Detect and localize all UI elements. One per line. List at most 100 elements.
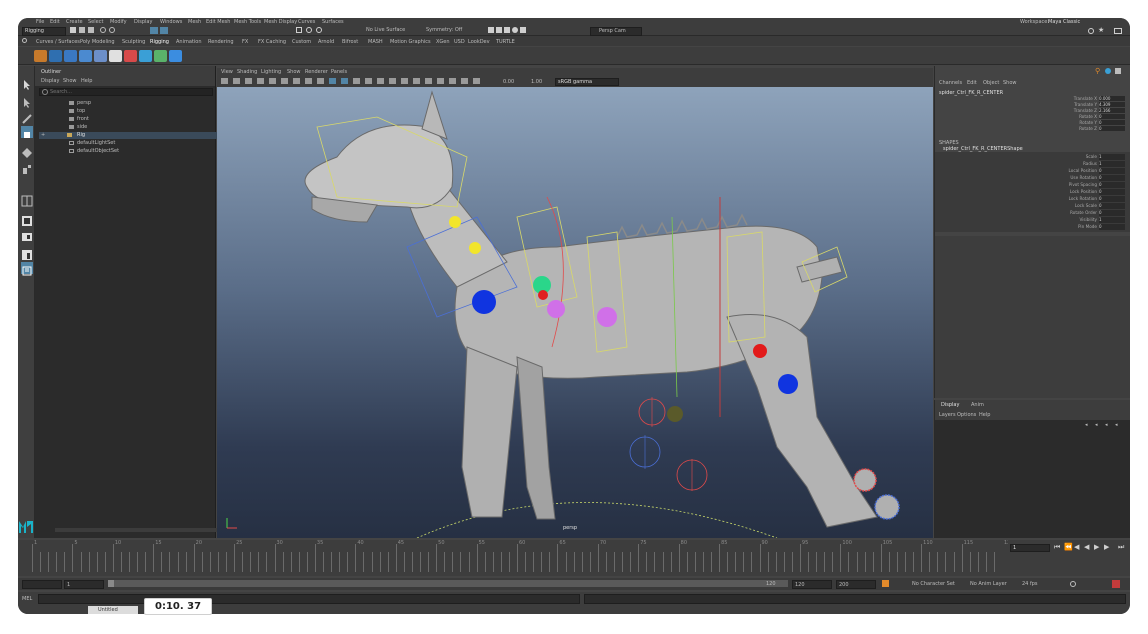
layer-menu-help[interactable]: Help bbox=[979, 412, 990, 418]
mode-selector[interactable]: Rigging bbox=[22, 27, 66, 36]
layout-two-icon[interactable] bbox=[21, 228, 33, 241]
go-to-end-icon[interactable]: ⏭ bbox=[1118, 544, 1124, 551]
channel-menu-channels[interactable]: Channels bbox=[939, 80, 962, 86]
menu-mesh-tools[interactable]: Mesh Tools bbox=[234, 19, 261, 25]
expand-icon[interactable]: + bbox=[41, 133, 45, 138]
shelf-curve-icon[interactable] bbox=[124, 50, 137, 62]
viewport-menu-view[interactable]: View bbox=[221, 69, 233, 75]
channel-attr-value[interactable]: 0 bbox=[1099, 120, 1125, 125]
select-by-object-icon[interactable] bbox=[160, 27, 168, 34]
channel-attr-value[interactable]: 1 bbox=[1099, 161, 1125, 167]
layout-single-icon[interactable] bbox=[21, 192, 33, 207]
safe-action-icon[interactable] bbox=[317, 78, 324, 84]
menu-windows[interactable]: Windows bbox=[160, 19, 182, 25]
channel-attr-row[interactable]: Lock Position 0 bbox=[935, 189, 1130, 196]
layer-tab-display[interactable]: Display bbox=[941, 402, 959, 408]
xray-icon[interactable] bbox=[449, 78, 456, 84]
outliner-menu-help[interactable]: Help bbox=[81, 78, 92, 84]
ambient-occlusion-icon[interactable] bbox=[401, 78, 408, 84]
wireframe-icon[interactable] bbox=[329, 78, 336, 84]
shelf-ik-icon[interactable] bbox=[49, 50, 62, 62]
layer-new-icon[interactable]: ◂ bbox=[1105, 422, 1108, 428]
channel-attr-value[interactable]: 1 bbox=[1099, 154, 1125, 160]
menu-surfaces[interactable]: Surfaces bbox=[322, 19, 344, 25]
smooth-shade-icon[interactable] bbox=[341, 78, 348, 84]
menu-display[interactable]: Display bbox=[134, 19, 152, 25]
snap-to-grid-icon[interactable] bbox=[296, 27, 302, 33]
shelf-gear-icon[interactable] bbox=[22, 38, 27, 43]
script-tab[interactable]: Untitled bbox=[88, 606, 138, 614]
range-slider[interactable]: 120 bbox=[108, 580, 788, 587]
bookmark-icon[interactable] bbox=[233, 78, 240, 84]
open-scene-icon[interactable] bbox=[79, 27, 85, 33]
shelf-tab-animation[interactable]: Animation bbox=[176, 39, 202, 45]
channel-attr-row[interactable]: Lock Rotation 0 bbox=[935, 196, 1130, 203]
hypershade-icon[interactable] bbox=[512, 27, 518, 33]
select-tool-icon[interactable] bbox=[21, 76, 33, 90]
channel-attr-row[interactable]: Visibility 1 bbox=[935, 217, 1130, 224]
layout-outliner-icon[interactable] bbox=[21, 246, 33, 260]
channel-attr-row[interactable]: Radius 1 bbox=[935, 161, 1130, 168]
shelf-tab-fx-caching[interactable]: FX Caching bbox=[258, 39, 286, 45]
channel-attr-value[interactable]: 2.166 bbox=[1099, 108, 1125, 113]
workspace-value[interactable]: Maya Classic bbox=[1048, 19, 1080, 25]
tool-settings-toggle-icon[interactable] bbox=[1115, 68, 1121, 74]
channel-attr-value[interactable]: 0 bbox=[1099, 196, 1125, 202]
step-forward-frame-icon[interactable]: ▶ bbox=[1104, 544, 1110, 551]
layer-menu-options[interactable]: Options bbox=[957, 412, 976, 418]
layer-move-down-icon[interactable]: ◂ bbox=[1095, 422, 1098, 428]
render-frame-icon[interactable] bbox=[488, 27, 494, 33]
viewport-menu-panels[interactable]: Panels bbox=[331, 69, 347, 75]
viewport-menu-show[interactable]: Show bbox=[287, 69, 301, 75]
menu-mesh-display[interactable]: Mesh Display bbox=[264, 19, 297, 25]
shelf-paint-weights-icon[interactable] bbox=[94, 50, 107, 62]
outliner-item-persp[interactable]: persp bbox=[63, 100, 225, 107]
play-forward-icon[interactable]: ▶ bbox=[1094, 544, 1100, 551]
range-max-field[interactable]: 200 bbox=[836, 580, 876, 589]
channel-attr-value[interactable]: 0 bbox=[1099, 114, 1125, 119]
step-back-frame-icon[interactable]: ◀ bbox=[1074, 544, 1080, 551]
outliner-search[interactable]: Search... bbox=[39, 88, 213, 96]
outliner-item-default-object-set[interactable]: defaultObjectSet bbox=[69, 148, 231, 155]
viewport-3d[interactable]: persp bbox=[217, 87, 933, 538]
shelf-tab-rigging[interactable]: Rigging bbox=[150, 39, 169, 45]
ipr-render-icon[interactable] bbox=[496, 27, 502, 33]
camera-attr-icon[interactable] bbox=[221, 78, 228, 84]
channel-attr-value[interactable]: 0 bbox=[1099, 203, 1125, 209]
shelf-tab-turtle[interactable]: TURTLE bbox=[496, 39, 515, 45]
character-set-label[interactable]: No Character Set bbox=[912, 581, 955, 587]
shelf-cluster-icon[interactable] bbox=[139, 50, 152, 62]
channel-menu-show[interactable]: Show bbox=[1003, 80, 1017, 86]
shelf-tab-poly[interactable]: Poly Modeling bbox=[80, 39, 115, 45]
undo-icon[interactable] bbox=[100, 27, 106, 33]
layer-tab-anim[interactable]: Anim bbox=[971, 402, 984, 408]
shelf-hand-icon[interactable] bbox=[109, 50, 122, 62]
shelf-tab-xgen[interactable]: XGen bbox=[436, 39, 450, 45]
grid-icon[interactable] bbox=[257, 78, 264, 84]
time-slider[interactable]: 1 5 10 15 20 25 30 35 40 45 50 55 60 65 70 75 80 85 90 95 10… bbox=[18, 540, 1014, 576]
channel-attr-row[interactable]: Local Position 0 bbox=[935, 168, 1130, 175]
shelf-bind-icon[interactable] bbox=[79, 50, 92, 62]
shelf-tab-arnold[interactable]: Arnold bbox=[318, 39, 334, 45]
viewport-menu-shading[interactable]: Shading bbox=[237, 69, 257, 75]
layer-menu-layers[interactable]: Layers bbox=[939, 412, 956, 418]
layer-new-selected-icon[interactable]: ◂ bbox=[1115, 422, 1118, 428]
channel-attr-row[interactable]: Pivot Spacing 0 bbox=[935, 182, 1130, 189]
channel-attr-value[interactable]: 0 bbox=[1099, 126, 1125, 131]
image-plane-icon[interactable] bbox=[245, 78, 252, 84]
channel-attr-value[interactable]: 0 bbox=[1099, 175, 1125, 181]
save-scene-icon[interactable] bbox=[88, 27, 94, 33]
viewport-num2[interactable]: 1.00 bbox=[531, 79, 542, 85]
channel-attr-value[interactable]: 4.309 bbox=[1099, 102, 1125, 107]
shelf-joint-icon[interactable] bbox=[34, 50, 47, 62]
shelf-tab-rendering[interactable]: Rendering bbox=[208, 39, 234, 45]
redo-icon[interactable] bbox=[109, 27, 115, 33]
menu-edit-mesh[interactable]: Edit Mesh bbox=[206, 19, 230, 25]
shelf-tab-custom[interactable]: Custom bbox=[292, 39, 311, 45]
resolution-gate-icon[interactable] bbox=[281, 78, 288, 84]
attribute-editor-toggle-icon[interactable] bbox=[1105, 68, 1111, 74]
shelf-lattice-icon[interactable] bbox=[154, 50, 167, 62]
lights-icon[interactable] bbox=[377, 78, 384, 84]
layout-persp-outliner-icon[interactable] bbox=[21, 262, 33, 276]
field-chart-icon[interactable] bbox=[305, 78, 312, 84]
